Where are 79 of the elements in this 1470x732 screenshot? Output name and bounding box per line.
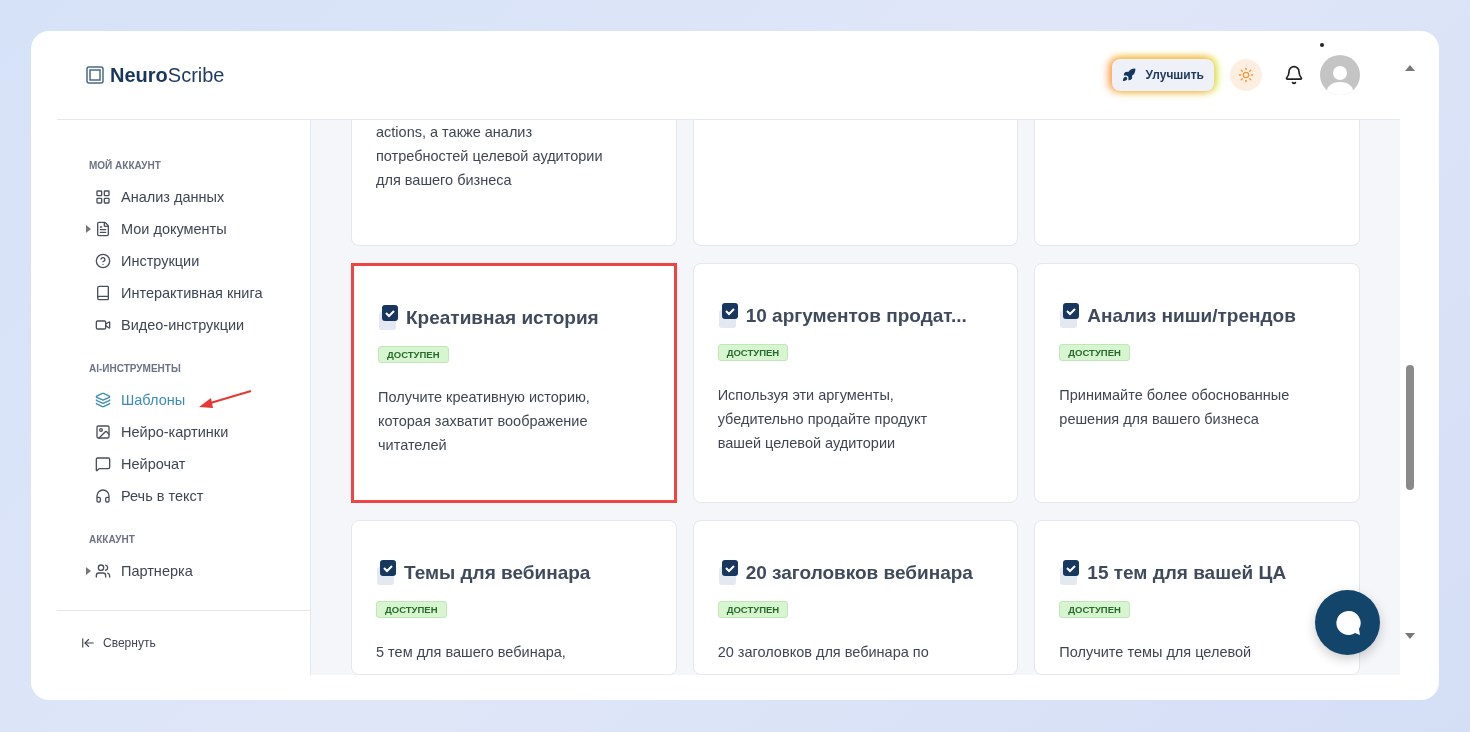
video-icon bbox=[95, 317, 111, 333]
template-card[interactable]: Темы для вебинара ДОСТУПЕН 5 тем для вашего вебинара, bbox=[351, 520, 677, 675]
section-title: МОЙ АККАУНТ bbox=[89, 160, 162, 171]
template-card[interactable]: 20 заголовков вебинара ДОСТУПЕН 20 заголовков для вебинара по bbox=[692, 520, 1019, 675]
logo-icon bbox=[86, 66, 104, 84]
sidebar-item[interactable]: Мои документы bbox=[89, 213, 310, 245]
checkbox-icon bbox=[1059, 302, 1082, 330]
status-badge: ДОСТУПЕН bbox=[378, 346, 449, 363]
collapse-button[interactable]: Свернуть bbox=[81, 636, 156, 650]
template-card[interactable]: actions, а также анализ потребностей целевой аудитории для вашего бизнеса bbox=[351, 120, 677, 246]
card-title: 20 заголовков вебинара bbox=[745, 562, 973, 584]
status-badge: ДОСТУПЕН bbox=[1059, 344, 1130, 361]
rocket-icon bbox=[1121, 68, 1136, 82]
card-description: Принимайте более обоснованные bbox=[1059, 386, 1291, 405]
checkbox-icon bbox=[717, 302, 740, 330]
users-icon bbox=[95, 563, 111, 579]
upgrade-button[interactable]: Улучшить bbox=[1111, 59, 1214, 91]
card-description: для вашего бизнеса bbox=[376, 171, 513, 190]
card-description: Получите темы для целевой bbox=[1059, 643, 1253, 662]
checkbox-icon bbox=[717, 559, 740, 587]
image-icon bbox=[95, 424, 111, 440]
sidebar-item[interactable]: Инструкции bbox=[89, 245, 310, 277]
section-title: AI-ИНСТРУМЕНТЫ bbox=[89, 363, 182, 374]
sidebar-item[interactable]: Шаблоны bbox=[89, 384, 310, 416]
chat-bubble-icon bbox=[1333, 608, 1362, 637]
status-badge: ДОСТУПЕН bbox=[1059, 601, 1130, 618]
sidebar-item[interactable]: Партнерка bbox=[89, 555, 310, 587]
card-description: читателей bbox=[378, 436, 448, 455]
status-badge: ДОСТУПЕН bbox=[717, 601, 789, 618]
card-description: Используя эти аргументы, bbox=[717, 386, 895, 405]
card-description: 5 тем для вашего вебинара, bbox=[376, 643, 567, 662]
card-title: 15 тем для вашей ЦА bbox=[1087, 562, 1287, 584]
sidebar-item[interactable]: Речь в текст bbox=[89, 480, 310, 512]
card-title: Креативная история bbox=[406, 307, 599, 329]
sidebar-item[interactable]: Анализ данных bbox=[89, 181, 310, 213]
sidebar-item[interactable]: Нейрочат bbox=[89, 448, 310, 480]
collapse-icon bbox=[81, 636, 95, 650]
checkbox-icon bbox=[1059, 559, 1082, 587]
card-description: вашей целевой аудитории bbox=[717, 434, 897, 453]
avatar[interactable] bbox=[1320, 55, 1360, 95]
template-card[interactable] bbox=[692, 120, 1019, 246]
template-card[interactable]: 10 аргументов продат... ДОСТУПЕН Используя эти аргументы, убедительно продайте продукт вашей целевой аудитории bbox=[692, 263, 1019, 503]
sidebar-item[interactable]: Видео-инструкции bbox=[89, 309, 310, 341]
card-description: 20 заголовков для вебинара по bbox=[717, 643, 930, 662]
scrollbar-thumb[interactable] bbox=[1406, 365, 1414, 490]
card-description: actions, а также анализ bbox=[376, 123, 534, 142]
status-badge: ДОСТУПЕН bbox=[717, 344, 789, 361]
bell-icon bbox=[1284, 65, 1304, 85]
grid-icon bbox=[95, 189, 111, 205]
book-icon bbox=[95, 285, 111, 301]
scroll-down-icon[interactable] bbox=[1405, 633, 1415, 639]
document-icon bbox=[95, 221, 111, 237]
theme-toggle[interactable] bbox=[1230, 59, 1262, 91]
section-title: АККАУНТ bbox=[89, 534, 136, 545]
chat-icon bbox=[95, 456, 111, 472]
card-title: 10 аргументов продат... bbox=[745, 305, 967, 327]
card-title: Анализ ниши/трендов bbox=[1087, 305, 1296, 327]
sidebar-item[interactable]: Нейро-картинки bbox=[89, 416, 310, 448]
logo-text: NeuroScribe bbox=[110, 63, 225, 87]
layers-icon bbox=[95, 392, 111, 408]
template-card[interactable]: Креативная история ДОСТУПЕН Получите креативную историю, которая захватит воображение читателей bbox=[351, 263, 677, 503]
status-badge: ДОСТУПЕН bbox=[376, 601, 447, 618]
card-description: которая захватит воображение bbox=[378, 412, 589, 431]
card-description: потребностей целевой аудитории bbox=[376, 147, 604, 166]
notifications-button[interactable] bbox=[1284, 65, 1304, 85]
template-card[interactable]: 15 тем для вашей ЦА ДОСТУПЕН Получите темы для целевой bbox=[1034, 520, 1360, 675]
sidebar-item[interactable]: Интерактивная книга bbox=[89, 277, 310, 309]
help-icon bbox=[95, 253, 111, 269]
card-description: решения для вашего бизнеса bbox=[1059, 410, 1260, 429]
template-card[interactable]: Анализ ниши/трендов ДОСТУПЕН Принимайте более обоснованные решения для вашего бизнеса bbox=[1034, 263, 1360, 503]
card-description: Получите креативную историю, bbox=[378, 388, 591, 407]
card-title: Темы для вебинара bbox=[404, 562, 591, 584]
checkbox-icon bbox=[376, 559, 398, 587]
headphones-icon bbox=[95, 488, 111, 504]
scroll-up-icon[interactable] bbox=[1405, 65, 1415, 71]
sun-icon bbox=[1238, 67, 1254, 83]
checkbox-icon bbox=[378, 304, 400, 332]
template-card[interactable] bbox=[1034, 120, 1360, 246]
card-description: убедительно продайте продукт bbox=[717, 410, 929, 429]
